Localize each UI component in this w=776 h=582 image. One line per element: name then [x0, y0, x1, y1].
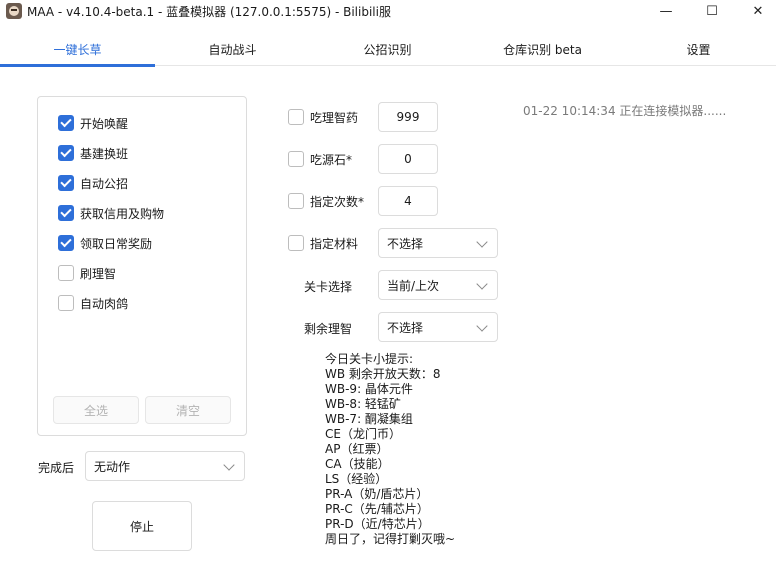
tab-daily-farm[interactable]: 一键长草	[0, 36, 155, 67]
task-credit-shopping[interactable]: 获取信用及购物	[58, 203, 164, 223]
task-start-wakeup[interactable]: 开始唤醒	[58, 113, 128, 133]
checkbox-checked-icon[interactable]	[58, 145, 74, 161]
close-button[interactable]: ✕	[736, 0, 776, 22]
chevron-down-icon	[477, 322, 487, 332]
stone-count-input[interactable]: 0	[378, 144, 438, 174]
log-message: 正在连接模拟器......	[619, 104, 727, 118]
tips-title: 今日关卡小提示:	[325, 352, 414, 366]
tab-settings[interactable]: 设置	[621, 36, 776, 66]
checkbox-unchecked-icon[interactable]	[288, 109, 304, 125]
times-count-input[interactable]: 4	[378, 186, 438, 216]
stage-select[interactable]: 当前/上次	[378, 270, 498, 300]
task-label: 开始唤醒	[80, 116, 129, 131]
tip-line: PR-A（奶/盾芯片）	[325, 487, 429, 501]
chevron-down-icon	[224, 461, 234, 471]
checkbox-unchecked-icon[interactable]	[288, 151, 304, 167]
task-auto-recruit[interactable]: 自动公招	[58, 173, 128, 193]
tip-line: PR-D（近/特芯片）	[325, 517, 430, 531]
tip-line: CA（技能）	[325, 457, 390, 471]
stage-select-value: 当前/上次	[387, 278, 440, 293]
window-title: MAA - v4.10.4-beta.1 - 蓝叠模拟器 (127.0.0.1:…	[27, 5, 391, 19]
tip-line: 周日了，记得打剿灭哦~	[325, 532, 456, 546]
chevron-down-icon	[477, 238, 487, 248]
remaining-sanity-value: 不选择	[387, 320, 424, 335]
task-label: 领取日常奖励	[80, 236, 153, 251]
task-label: 获取信用及购物	[80, 206, 165, 221]
tip-line: WB-9: 晶体元件	[325, 382, 413, 396]
tip-line: WB-7: 酮凝集组	[325, 412, 413, 426]
clear-button[interactable]: 清空	[145, 396, 231, 424]
tab-recruit-recognition[interactable]: 公招识别	[310, 36, 465, 66]
material-option[interactable]: 指定材料	[288, 235, 358, 251]
title-bar: MAA - v4.10.4-beta.1 - 蓝叠模拟器 (127.0.0.1:…	[0, 0, 776, 22]
task-list-panel: 开始唤醒 基建换班 自动公招 获取信用及购物 领取日常奖励 刷理智 自动肉鸽 全…	[37, 96, 247, 436]
checkbox-checked-icon[interactable]	[58, 205, 74, 221]
tip-line: AP（红票）	[325, 442, 389, 456]
material-select[interactable]: 不选择	[378, 228, 498, 258]
medicine-count-input[interactable]: 999	[378, 102, 438, 132]
remaining-sanity-select[interactable]: 不选择	[378, 312, 498, 342]
log-entry: 01-22 10:14:34 正在连接模拟器......	[523, 102, 726, 119]
material-select-value: 不选择	[387, 236, 424, 251]
tip-line: WB 剩余开放天数：8	[325, 367, 441, 381]
use-medicine-label: 吃理智药	[310, 110, 359, 125]
after-completion-label: 完成后	[38, 461, 75, 475]
use-medicine-option[interactable]: 吃理智药	[288, 109, 358, 125]
task-farm-sanity[interactable]: 刷理智	[58, 263, 116, 283]
checkbox-unchecked-icon[interactable]	[58, 295, 74, 311]
checkbox-checked-icon[interactable]	[58, 115, 74, 131]
material-label: 指定材料	[310, 236, 359, 251]
task-base-shift[interactable]: 基建换班	[58, 143, 128, 163]
use-stone-option[interactable]: 吃源石*	[288, 151, 352, 167]
tip-line: LS（经验）	[325, 472, 388, 486]
stage-label: 关卡选择	[304, 280, 353, 294]
tip-line: WB-8: 轻锰矿	[325, 397, 401, 411]
log-timestamp: 01-22 10:14:34	[523, 104, 616, 118]
task-label: 基建换班	[80, 146, 129, 161]
after-completion-value: 无动作	[94, 459, 131, 474]
tip-line: CE（龙门币）	[325, 427, 401, 441]
minimize-button[interactable]: —	[644, 0, 688, 22]
use-stone-label: 吃源石*	[310, 152, 353, 167]
tab-auto-battle[interactable]: 自动战斗	[155, 36, 310, 66]
times-option[interactable]: 指定次数*	[288, 193, 364, 209]
tip-line: PR-C（先/辅芯片）	[325, 502, 429, 516]
tab-bar: 一键长草 自动战斗 公招识别 仓库识别 beta 设置	[0, 36, 776, 67]
checkbox-checked-icon[interactable]	[58, 235, 74, 251]
stop-button[interactable]: 停止	[92, 501, 192, 551]
select-all-button[interactable]: 全选	[53, 396, 139, 424]
task-auto-roguelike[interactable]: 自动肉鸽	[58, 293, 128, 313]
after-completion-select[interactable]: 无动作	[85, 451, 245, 481]
checkbox-unchecked-icon[interactable]	[58, 265, 74, 281]
checkbox-checked-icon[interactable]	[58, 175, 74, 191]
chevron-down-icon	[477, 280, 487, 290]
task-label: 刷理智	[80, 266, 117, 281]
task-label: 自动公招	[80, 176, 129, 191]
app-logo-icon	[6, 3, 22, 19]
remaining-sanity-label: 剩余理智	[304, 322, 353, 336]
task-daily-rewards[interactable]: 领取日常奖励	[58, 233, 152, 253]
maximize-button[interactable]: ☐	[690, 0, 734, 22]
checkbox-unchecked-icon[interactable]	[288, 193, 304, 209]
tab-depot-recognition[interactable]: 仓库识别 beta	[465, 36, 620, 66]
checkbox-unchecked-icon[interactable]	[288, 235, 304, 251]
task-label: 自动肉鸽	[80, 296, 129, 311]
stage-tips: 今日关卡小提示: WB 剩余开放天数：8 WB-9: 晶体元件 WB-8: 轻锰…	[325, 352, 455, 547]
times-label: 指定次数*	[310, 194, 365, 209]
